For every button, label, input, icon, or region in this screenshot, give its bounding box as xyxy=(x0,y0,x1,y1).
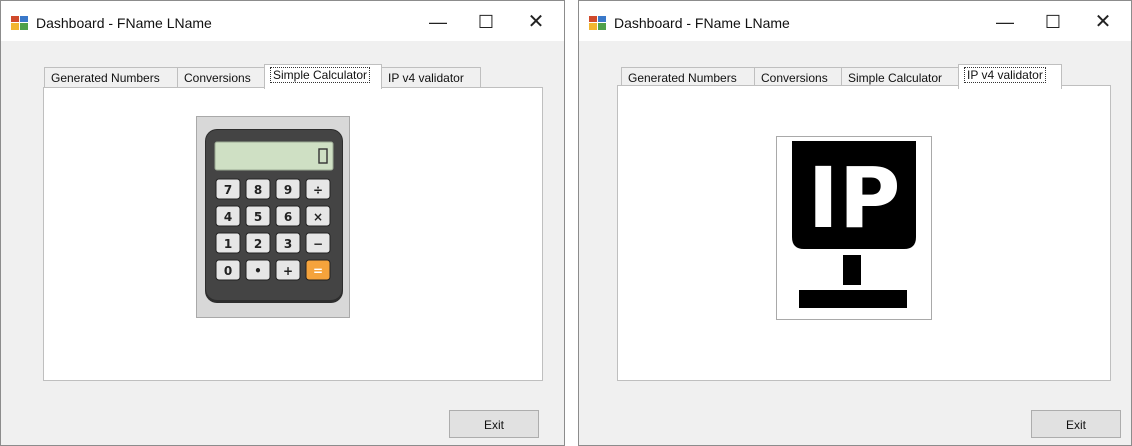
tab-ip-validator[interactable]: IP v4 validator xyxy=(381,67,481,88)
calculator-key-label: 2 xyxy=(254,237,262,251)
calculator-key-label: 5 xyxy=(254,210,262,224)
tab-generated-numbers[interactable]: Generated Numbers xyxy=(44,67,178,88)
tab-panel: IP xyxy=(617,85,1111,381)
maximize-button[interactable]: ☐ xyxy=(1031,7,1075,37)
ip-picture: IP xyxy=(776,136,932,320)
tab-label: Simple Calculator xyxy=(269,67,371,83)
calculator-key-label: = xyxy=(313,264,323,278)
exit-label: Exit xyxy=(1065,418,1086,432)
calculator-key-label: 6 xyxy=(284,210,292,224)
calculator-picture: 7 8 9 ÷ 4 5 6 × 1 2 3 − 0 • + = xyxy=(196,116,350,318)
tab-label: IP v4 validator xyxy=(388,71,464,85)
close-button[interactable]: ✕ xyxy=(514,7,558,37)
title-bar[interactable]: Dashboard - FName LName — ☐ ✕ xyxy=(579,1,1131,41)
calculator-key-label: ÷ xyxy=(313,183,323,197)
calculator-key-label: + xyxy=(283,264,293,278)
calculator-key-label: × xyxy=(313,210,323,224)
calculator-key-label: • xyxy=(254,264,262,278)
tab-label: Simple Calculator xyxy=(848,71,943,85)
window-title: Dashboard - FName LName xyxy=(614,15,790,31)
ip-logo-text: IP xyxy=(808,149,901,247)
calculator-key-label: − xyxy=(313,237,323,251)
calculator-key-label: 9 xyxy=(284,183,292,197)
title-bar[interactable]: Dashboard - FName LName — ☐ ✕ xyxy=(1,1,564,41)
minimize-button[interactable]: — xyxy=(416,7,460,37)
dashboard-window-calculator: Dashboard - FName LName — ☐ ✕ Generated … xyxy=(0,0,565,446)
dashboard-window-ip-validator: Dashboard - FName LName — ☐ ✕ Generated … xyxy=(578,0,1132,446)
calculator-key-label: 4 xyxy=(224,210,232,224)
calculator-key-label: 3 xyxy=(284,237,292,251)
tab-label: Generated Numbers xyxy=(628,71,737,85)
app-icon xyxy=(589,16,606,30)
window-title: Dashboard - FName LName xyxy=(36,15,212,31)
calculator-key-label: 0 xyxy=(224,264,232,278)
exit-button[interactable]: Exit xyxy=(1031,410,1121,438)
tab-label: Conversions xyxy=(184,71,251,85)
calculator-key-label: 1 xyxy=(224,237,232,251)
calculator-key-label: 8 xyxy=(254,183,262,197)
tab-ip-validator[interactable]: IP v4 validator xyxy=(958,64,1062,89)
close-button[interactable]: ✕ xyxy=(1081,7,1125,37)
calculator-icon: 7 8 9 ÷ 4 5 6 × 1 2 3 − 0 • + = xyxy=(205,129,343,303)
tab-simple-calculator[interactable]: Simple Calculator xyxy=(264,64,382,89)
tab-label: Generated Numbers xyxy=(51,71,160,85)
tab-label: Conversions xyxy=(761,71,828,85)
exit-button[interactable]: Exit xyxy=(449,410,539,438)
app-icon xyxy=(11,16,28,30)
tab-conversions[interactable]: Conversions xyxy=(177,67,265,88)
exit-label: Exit xyxy=(483,418,504,432)
minimize-button[interactable]: — xyxy=(983,7,1027,37)
ip-address-icon: IP xyxy=(792,141,916,308)
calculator-key-label: 7 xyxy=(224,183,232,197)
tab-panel: 7 8 9 ÷ 4 5 6 × 1 2 3 − 0 • + = xyxy=(43,87,543,381)
tab-label: IP v4 validator xyxy=(964,67,1046,83)
maximize-button[interactable]: ☐ xyxy=(464,7,508,37)
